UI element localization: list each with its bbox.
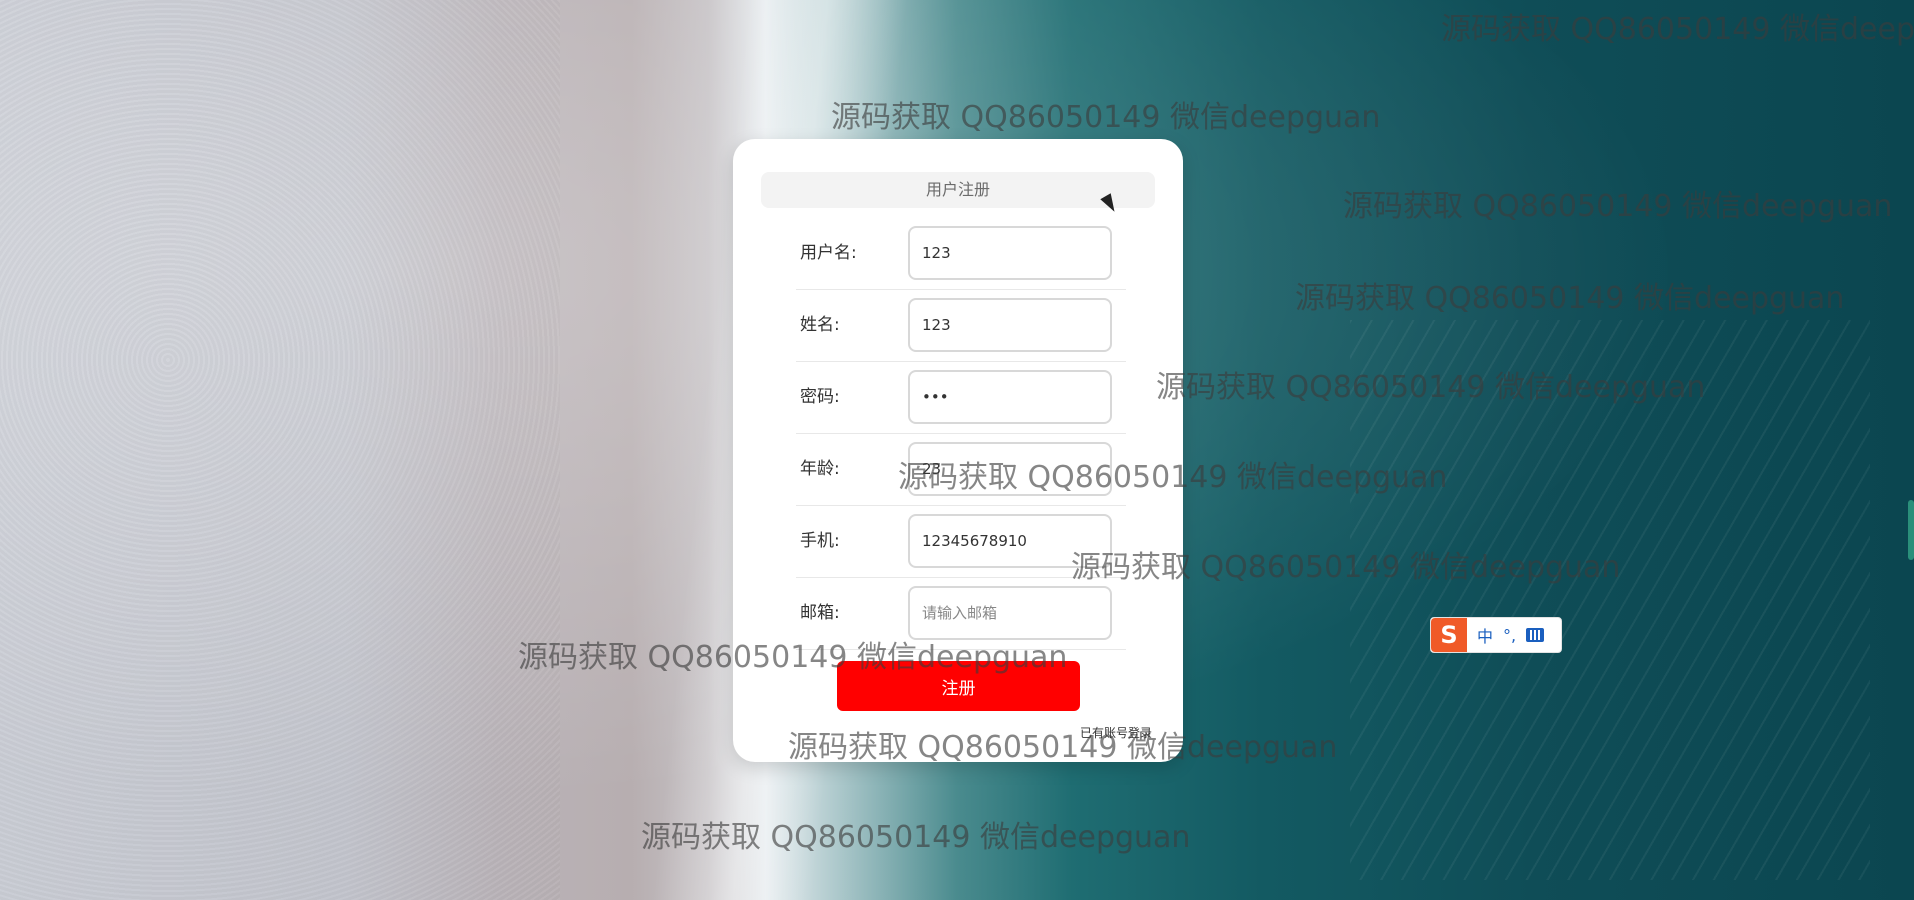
ime-mode-toggle[interactable]: 中: [1477, 623, 1493, 647]
password-label: 密码:: [800, 387, 840, 407]
age-input[interactable]: [908, 442, 1112, 496]
form-row-username: 用户名:: [796, 217, 1126, 290]
side-scroll-tab[interactable]: [1908, 500, 1914, 560]
email-label: 邮箱:: [800, 603, 840, 623]
password-input[interactable]: [908, 370, 1112, 424]
name-label: 姓名:: [800, 315, 840, 335]
age-label: 年龄:: [800, 459, 840, 479]
register-button[interactable]: 注册: [837, 661, 1080, 711]
page-title: 用户注册: [761, 172, 1155, 208]
register-card: 用户注册 用户名: 姓名: 密码: 年龄: 手机: 邮箱: 注册 已有账号登录: [733, 139, 1183, 762]
username-input[interactable]: [908, 226, 1112, 280]
sand-texture: [0, 0, 560, 900]
username-label: 用户名:: [800, 243, 857, 263]
form-row-phone: 手机:: [796, 505, 1126, 578]
phone-label: 手机:: [800, 531, 840, 551]
form-row-email: 邮箱:: [796, 577, 1126, 650]
ime-punctuation-toggle[interactable]: °,: [1503, 626, 1516, 645]
email-input[interactable]: [908, 586, 1112, 640]
name-input[interactable]: [908, 298, 1112, 352]
ime-toolbar[interactable]: S 中 °,: [1430, 617, 1562, 653]
login-link[interactable]: 已有账号登录: [1080, 724, 1152, 741]
phone-input[interactable]: [908, 514, 1112, 568]
water-texture: [1350, 320, 1870, 880]
form-row-name: 姓名:: [796, 289, 1126, 362]
keyboard-icon[interactable]: [1526, 628, 1545, 642]
sogou-logo-icon[interactable]: S: [1431, 618, 1467, 652]
form-row-password: 密码:: [796, 361, 1126, 434]
form-row-age: 年龄:: [796, 433, 1126, 506]
